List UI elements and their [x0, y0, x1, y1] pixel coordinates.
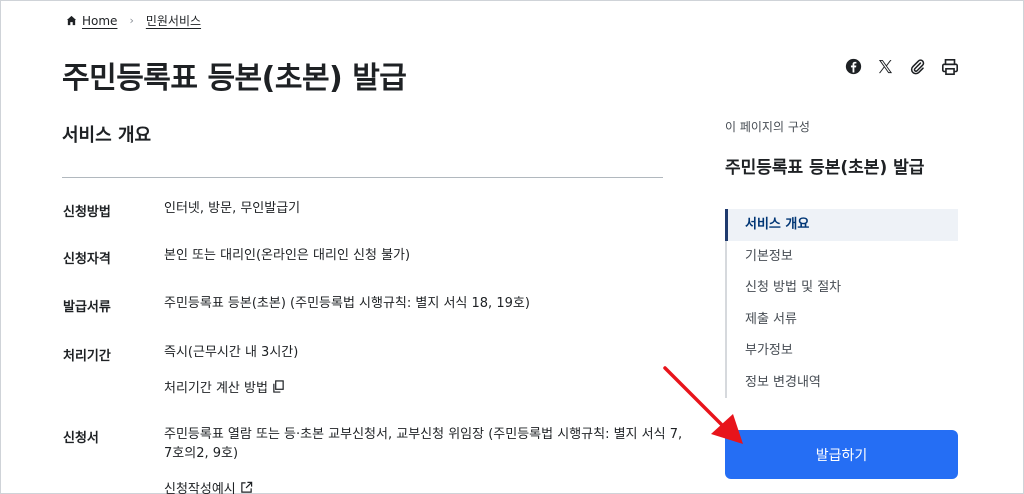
toc-item-service-overview[interactable]: 서비스 개요 — [725, 209, 958, 241]
toc-item-documents[interactable]: 제출 서류 — [727, 304, 958, 336]
breadcrumb-home-link[interactable]: Home — [82, 14, 117, 28]
red-arrow-icon — [663, 366, 743, 444]
form-value-line2: 7호의2, 9호) — [164, 446, 239, 461]
breadcrumb-current-link[interactable]: 민원서비스 — [146, 12, 201, 29]
period-calc-link-label: 처리기간 계산 방법 — [164, 381, 268, 396]
toc-list: 서비스 개요 기본정보 신청 방법 및 절차 제출 서류 부가정보 정보 변경내… — [725, 209, 958, 398]
method-value: 인터넷, 방문, 무인발급기 — [164, 201, 301, 216]
breadcrumb: Home › 민원서비스 — [66, 12, 201, 29]
toc-caption: 이 페이지의 구성 — [725, 120, 810, 134]
chevron-right-icon: › — [129, 14, 134, 27]
documents-value: 주민등록표 등본(초본) (주민등록법 시행규칙: 별지 서식 18, 19호) — [164, 296, 530, 311]
section-divider — [62, 177, 663, 178]
form-value-line1: 주민등록표 열람 또는 등·초본 교부신청서, 교부신청 위임장 (주민등록법 … — [164, 427, 683, 442]
print-icon[interactable] — [939, 56, 960, 77]
toc-item-additional-info[interactable]: 부가정보 — [727, 335, 958, 367]
issue-button[interactable]: 발급하기 — [725, 430, 958, 479]
home-icon — [66, 15, 77, 26]
toc-item-change-history[interactable]: 정보 변경내역 — [727, 367, 958, 399]
x-twitter-icon[interactable] — [875, 56, 896, 77]
copy-icon — [273, 380, 284, 393]
facebook-icon[interactable] — [843, 56, 864, 77]
form-example-link[interactable]: 신청작성예시 — [164, 478, 253, 494]
toc-title: 주민등록표 등본(초본) 발급 — [725, 158, 925, 178]
attachment-link-icon[interactable] — [907, 56, 928, 77]
period-calc-link[interactable]: 처리기간 계산 방법 — [164, 377, 285, 396]
documents-label: 발급서류 — [63, 300, 111, 315]
form-label: 신청서 — [63, 431, 99, 446]
period-value: 즉시(근무시간 내 3시간) — [164, 345, 299, 360]
eligibility-label: 신청자격 — [63, 252, 111, 267]
share-toolbar — [843, 56, 960, 77]
toc-item-basic-info[interactable]: 기본정보 — [727, 241, 958, 273]
external-link-icon — [241, 481, 252, 493]
period-label: 처리기간 — [63, 349, 111, 364]
section-title: 서비스 개요 — [62, 125, 152, 146]
form-example-link-label: 신청작성예시 — [164, 482, 236, 494]
method-label: 신청방법 — [63, 205, 111, 220]
eligibility-value: 본인 또는 대리인(온라인은 대리인 신청 불가) — [164, 248, 411, 263]
toc-item-procedure[interactable]: 신청 방법 및 절차 — [727, 272, 958, 304]
page-title: 주민등록표 등본(초본) 발급 — [62, 61, 407, 96]
